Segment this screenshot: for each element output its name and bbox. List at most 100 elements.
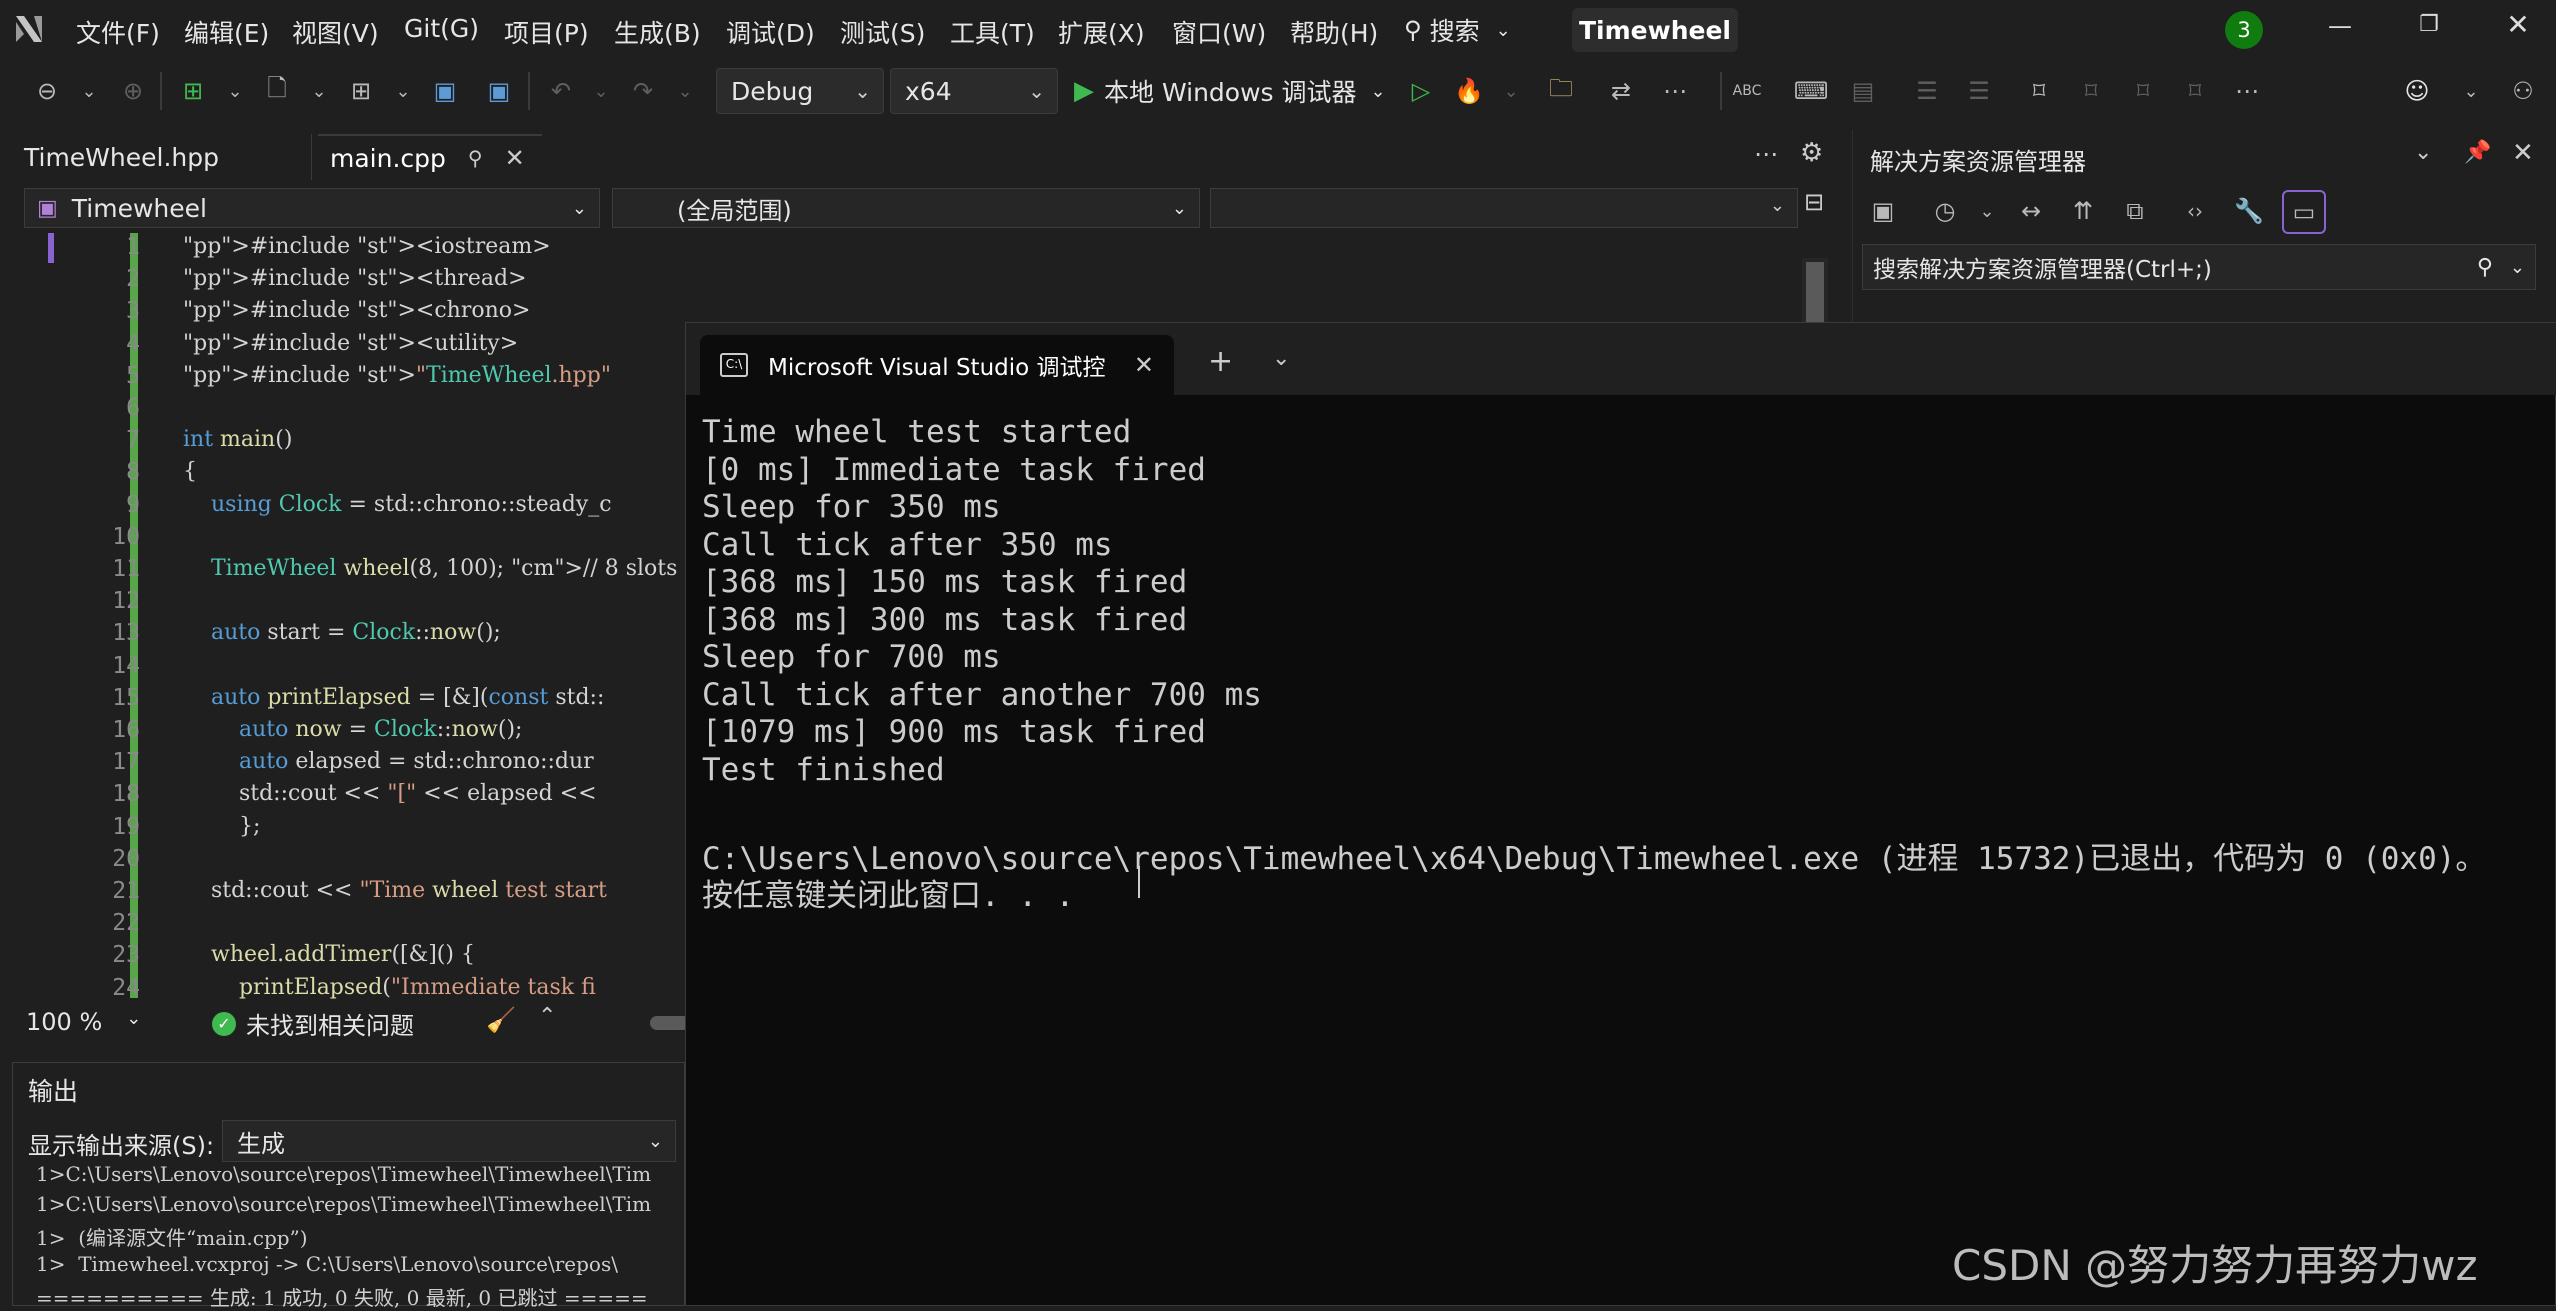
forward-icon[interactable]: ⊕ <box>116 74 150 108</box>
show-all-files-icon[interactable]: ⧉ <box>2118 194 2152 228</box>
prev-bookmark-icon[interactable]: ⌑ <box>2074 74 2108 108</box>
close-icon[interactable]: ✕ <box>1134 351 1154 379</box>
more-icon[interactable]: ⋯ <box>1658 74 1692 108</box>
menu-tools[interactable]: 工具(T) <box>950 14 1035 50</box>
menu-project[interactable]: 项目(P) <box>504 14 589 50</box>
chevron-down-icon[interactable]: ⌄ <box>1970 194 2004 228</box>
tab-timewheel-hpp[interactable]: TimeWheel.hpp <box>12 134 312 180</box>
tab-overflow-icon[interactable]: ⋯ <box>1754 140 1778 168</box>
find-in-files-icon[interactable]: 🗀 <box>1544 74 1578 108</box>
toolbar-divider <box>528 72 530 110</box>
start-debugging-button[interactable]: ▶ 本地 Windows 调试器 ⌄ <box>1074 70 1386 112</box>
line-number: 4 <box>126 330 140 357</box>
scope-nav-select[interactable]: (全局范围) ⌄ <box>612 188 1200 228</box>
menu-view[interactable]: 视图(V) <box>292 14 379 50</box>
menu-edit[interactable]: 编辑(E) <box>184 14 269 50</box>
member-nav-select[interactable]: ⌄ <box>1210 188 1798 228</box>
split-editor-icon[interactable]: ⊟ <box>1804 188 1834 222</box>
menu-test[interactable]: 测试(S) <box>840 14 925 50</box>
tab-main-cpp[interactable]: main.cpp ⚲ ✕ <box>318 134 542 180</box>
menu-extensions[interactable]: 扩展(X) <box>1058 14 1145 50</box>
console-line: Test finished <box>702 751 945 788</box>
vs-logo-icon[interactable] <box>12 10 54 48</box>
solution-search-input[interactable]: 搜索解决方案资源管理器(Ctrl+;) ⚲ ⌄ <box>1862 244 2536 290</box>
code-line: "pp">#include "st"><utility> <box>183 330 519 356</box>
menu-help[interactable]: 帮助(H) <box>1290 14 1378 50</box>
pin-icon[interactable]: 📌 <box>2464 140 2491 165</box>
copilot-icon[interactable]: ☺ <box>2400 74 2434 108</box>
new-project-icon[interactable]: ⊞ <box>176 74 210 108</box>
project-nav-select[interactable]: ▣ Timewheel ⌄ <box>24 188 600 228</box>
redo-icon[interactable]: ↷ <box>626 74 660 108</box>
code-line: "pp">#include "st">"TimeWheel.hpp" <box>183 362 611 388</box>
scroll-thumb[interactable] <box>1806 262 1824 322</box>
line-number: 20 <box>112 845 140 872</box>
back-icon[interactable]: ⊖ <box>30 74 64 108</box>
clear-bookmarks-icon[interactable]: ⌑ <box>2178 74 2212 108</box>
menu-build[interactable]: 生成(B) <box>614 14 701 50</box>
gear-icon[interactable]: ⚙ <box>1800 138 1823 168</box>
chevron-up-icon[interactable]: ⌃ <box>538 1004 556 1029</box>
save-icon[interactable]: ▣ <box>428 74 462 108</box>
pending-changes-icon[interactable]: ◷ <box>1928 194 1962 228</box>
chevron-down-icon[interactable]: ⌄ <box>1494 74 1528 108</box>
code-cleanup-icon[interactable]: 🧹 <box>486 1006 516 1034</box>
preview-icon[interactable]: ▭ <box>2282 190 2326 234</box>
close-window-button[interactable]: ✕ <box>2503 8 2533 42</box>
chevron-down-icon: ⌄ <box>1370 80 1386 102</box>
chevron-down-icon[interactable]: ⌄ <box>2414 140 2432 165</box>
collapse-all-icon[interactable]: ⇈ <box>2066 194 2100 228</box>
start-without-debugging-icon[interactable]: ▷ <box>1404 74 1438 108</box>
next-bookmark-icon[interactable]: ⌑ <box>2126 74 2160 108</box>
hot-reload-icon[interactable]: 🔥 <box>1452 74 1486 108</box>
pin-icon[interactable]: ⚲ <box>468 146 483 170</box>
console-tab[interactable]: C:\ Microsoft Visual Studio 调试控 ✕ <box>700 335 1174 395</box>
tab-label: main.cpp <box>330 143 446 173</box>
outdent-icon[interactable]: ☰ <box>1910 74 1944 108</box>
horizontal-scrollbar[interactable] <box>650 1016 690 1030</box>
indent-icon[interactable]: ☰ <box>1962 74 1996 108</box>
chevron-down-icon[interactable]: ⌄ <box>2454 74 2488 108</box>
line-number: 3 <box>126 298 140 325</box>
code-view-icon[interactable]: ‹› <box>2178 194 2212 228</box>
more-icon[interactable]: ⋯ <box>2230 74 2264 108</box>
chevron-down-icon[interactable]: ⌄ <box>386 74 420 108</box>
configuration-select[interactable]: Debug ⌄ <box>716 68 884 114</box>
minimize-button[interactable]: — <box>2325 12 2355 42</box>
chevron-down-icon[interactable]: ⌄ <box>302 74 336 108</box>
switch-views-icon[interactable]: ▣ <box>1866 194 1900 228</box>
close-icon[interactable]: ✕ <box>505 144 525 172</box>
chevron-down-icon[interactable]: ⌄ <box>668 74 702 108</box>
issues-indicator[interactable]: ✓ 未找到相关问题 <box>212 1006 414 1041</box>
live-share-icon[interactable]: ⇄ <box>1604 74 1638 108</box>
menu-file[interactable]: 文件(F) <box>76 14 160 50</box>
new-tab-icon[interactable]: + <box>1208 344 1233 379</box>
chevron-down-icon[interactable]: ⌄ <box>584 74 618 108</box>
console-line: 按任意键关闭此窗口. . . <box>702 878 1075 914</box>
chevron-down-icon[interactable]: ⌄ <box>218 74 252 108</box>
add-item-icon[interactable]: ⊞ <box>344 74 378 108</box>
spell-check-icon[interactable]: ABC <box>1730 74 1764 108</box>
restore-button[interactable]: ❐ <box>2414 12 2444 42</box>
close-icon[interactable]: ✕ <box>2512 138 2534 168</box>
chevron-down-icon[interactable]: ⌄ <box>1272 346 1290 371</box>
open-file-icon[interactable]: 🗋 <box>260 74 294 108</box>
platform-select[interactable]: x64 ⌄ <box>890 68 1058 114</box>
bookmark-icon[interactable]: ⌑ <box>2022 74 2056 108</box>
chevron-down-icon[interactable]: ⌄ <box>72 74 106 108</box>
menu-debug[interactable]: 调试(D) <box>726 14 815 50</box>
notification-badge[interactable]: 3 <box>2225 11 2263 49</box>
output-source-select[interactable]: 生成 ⌄ <box>222 1120 676 1162</box>
properties-icon[interactable]: 🔧 <box>2232 194 2266 228</box>
search-menu[interactable]: ⚲ 搜索 ⌄ <box>1404 12 1511 48</box>
sync-icon[interactable]: ↔ <box>2014 194 2048 228</box>
menu-git[interactable]: Git(G) <box>404 14 479 43</box>
comment-icon[interactable]: ⌨ <box>1794 74 1829 108</box>
save-all-icon[interactable]: ▣ <box>482 74 516 108</box>
undo-icon[interactable]: ↶ <box>544 74 578 108</box>
zoom-select[interactable]: 100 % ⌄ <box>26 1008 141 1036</box>
search-icon: ⚲ <box>1404 16 1422 44</box>
account-icon[interactable]: ⚇ <box>2506 74 2540 108</box>
uncomment-icon[interactable]: ▤ <box>1846 74 1880 108</box>
menu-window[interactable]: 窗口(W) <box>1172 14 1266 50</box>
